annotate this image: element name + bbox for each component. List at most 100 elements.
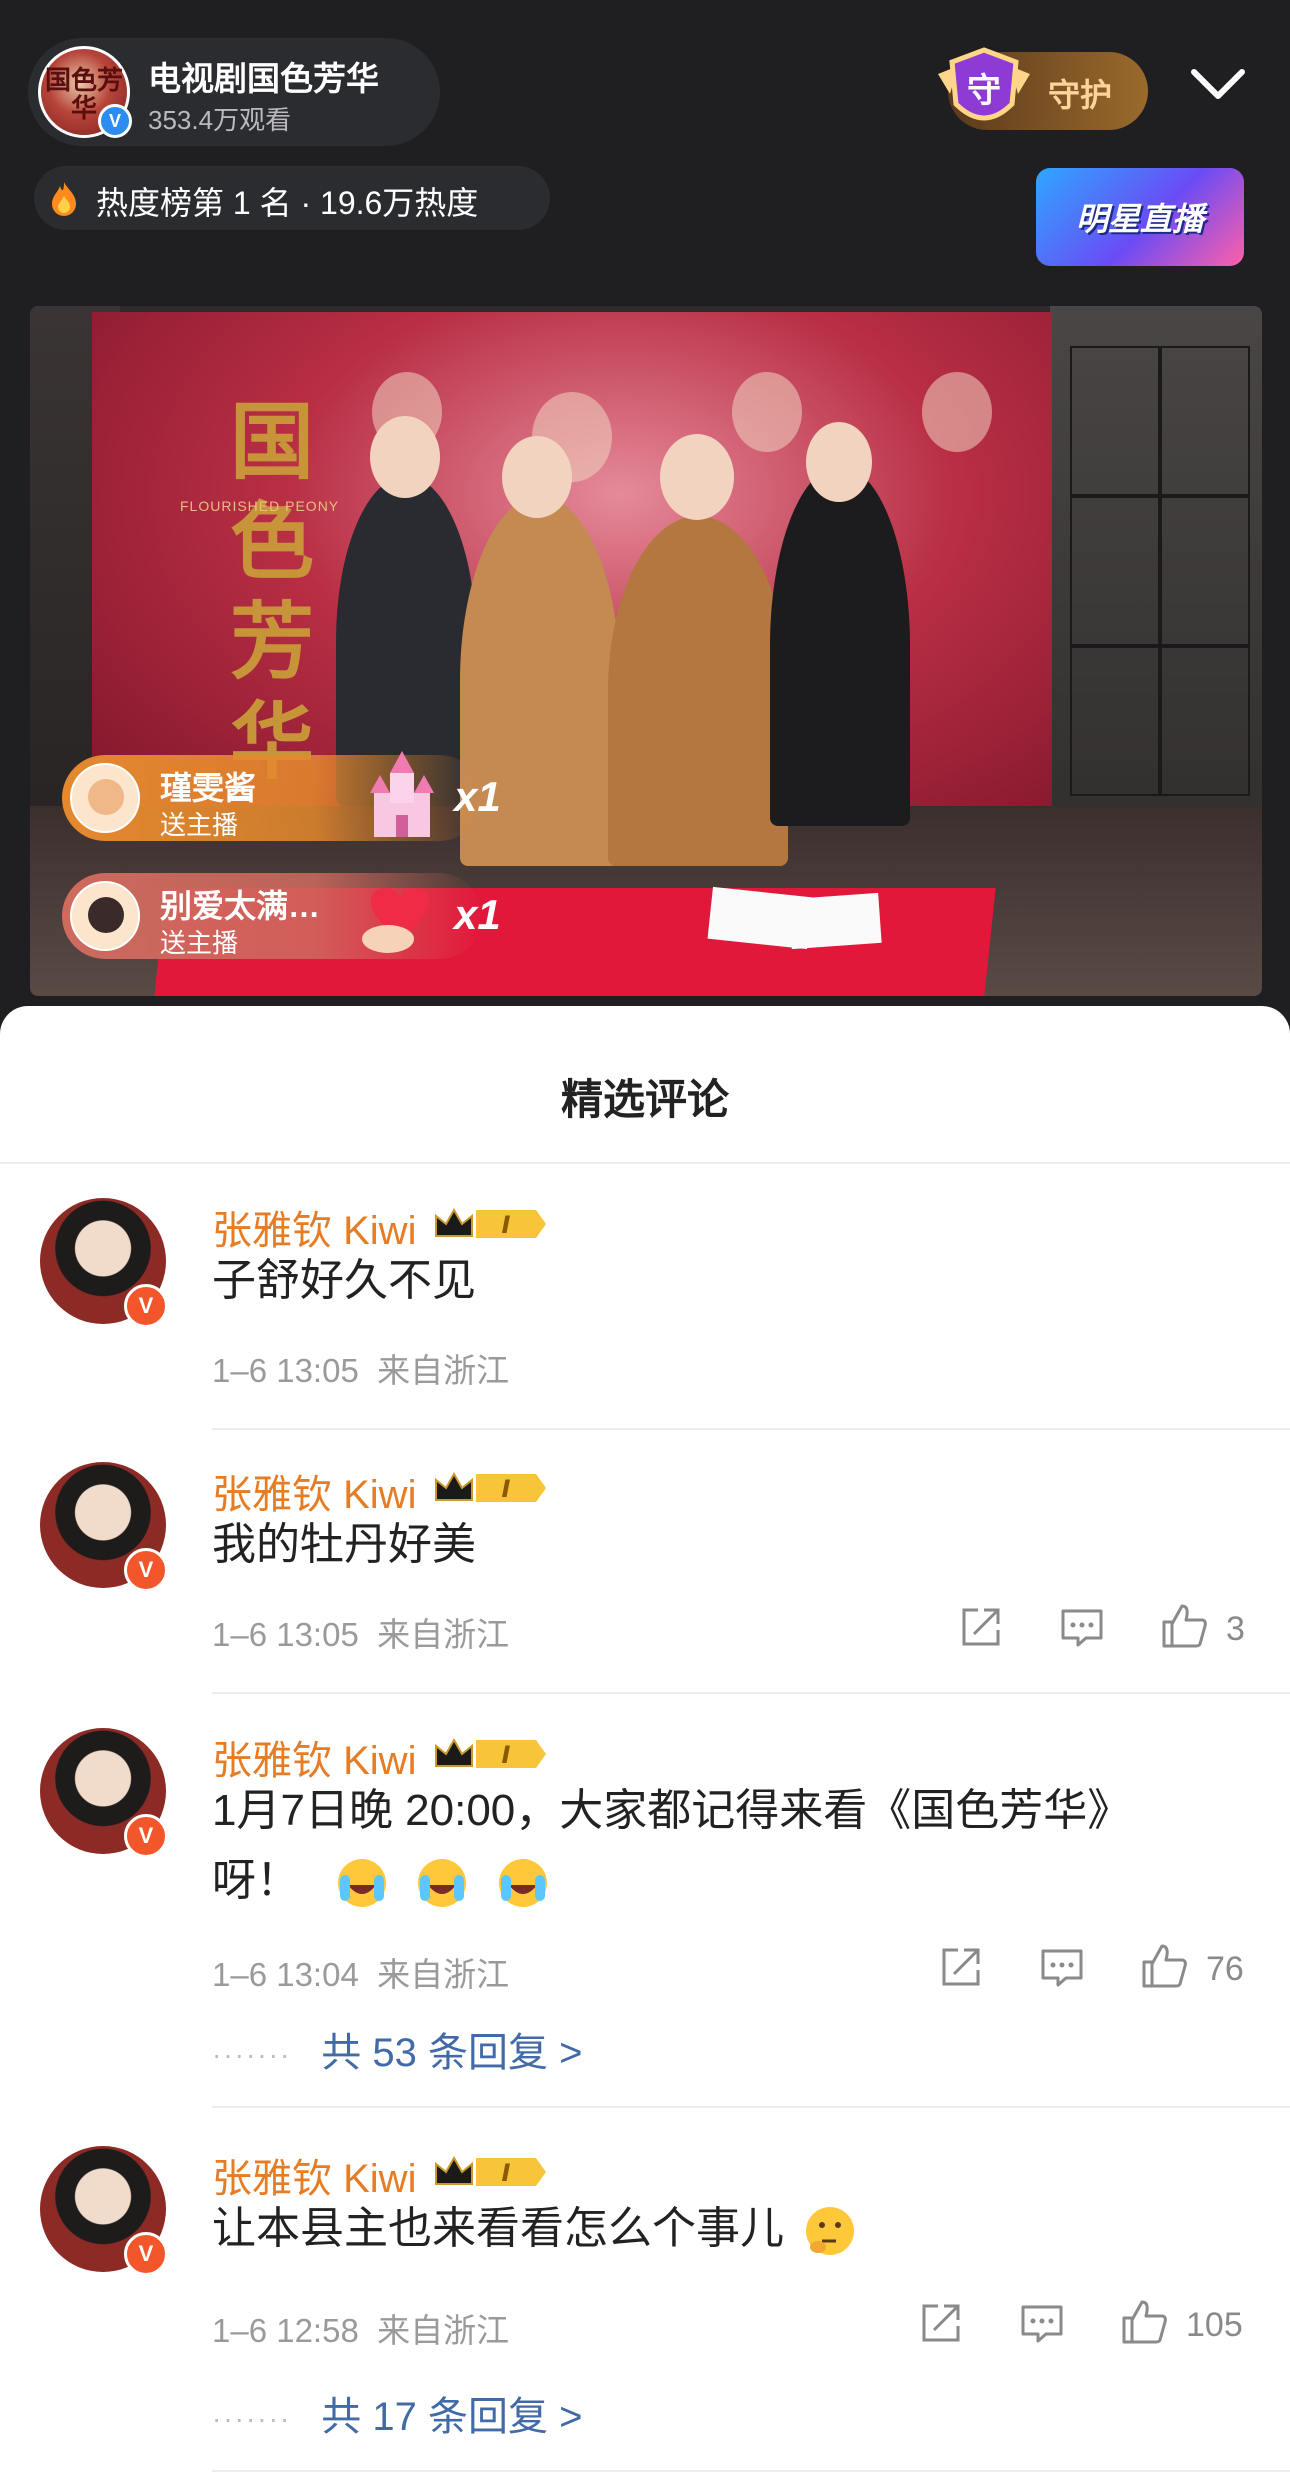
verified-badge-icon: V [124, 1548, 168, 1592]
replies-label: 共 17 条回复 > [321, 2395, 583, 2439]
comment-time: 1–6 13:05 [212, 1352, 359, 1389]
star-live-banner[interactable]: 明星直播 [1036, 168, 1244, 266]
comment-meta: 1–6 13:04 来自浙江 [212, 1948, 509, 1996]
verified-badge-icon: V [124, 1284, 168, 1328]
like-count: 76 [1206, 1950, 1244, 1988]
like-icon[interactable] [1140, 1942, 1188, 1990]
comment-text: 1月7日晚 20:00，大家都记得来看《国色芳华》 呀！ [212, 1776, 1131, 1916]
comment-item[interactable]: V 张雅钦 Kiwi I 1月7日晚 20:00，大家都记得来看《国色芳华》 呀… [0, 1718, 1290, 2098]
replies-label: 共 53 条回复 > [321, 2031, 583, 2075]
like-count: 3 [1226, 1610, 1245, 1648]
comment-text: 让本县主也来看看怎么个事儿 [212, 2194, 858, 2264]
poster-figure [732, 372, 802, 452]
share-icon[interactable] [920, 2302, 962, 2344]
poster-subtitle: FLOURISHED PEONY [180, 498, 340, 514]
gifter-avatar[interactable] [70, 763, 140, 833]
verified-badge-icon: V [124, 2232, 168, 2276]
panel-title: 精选评论 [560, 1076, 729, 1123]
guest-person [770, 466, 910, 826]
gifter-name: 别爱太满… [160, 888, 321, 924]
like-icon[interactable] [1160, 1602, 1208, 1650]
comment-icon[interactable] [1060, 1608, 1104, 1648]
comment-location: 来自浙江 [377, 1616, 510, 1653]
chevron-down-icon[interactable] [1190, 64, 1246, 104]
wall-tile [1070, 496, 1160, 646]
poster-title: 国色芳华 [229, 392, 314, 791]
guard-shield-char: 守 [967, 71, 1001, 111]
wall-tile [1070, 346, 1160, 496]
like-count: 105 [1186, 2306, 1243, 2344]
comment-item[interactable]: V 张雅钦 Kiwi I 让本县主也来看看怎么个事儿 1–6 12:58 来自浙… [0, 2136, 1290, 2466]
gifter-avatar[interactable] [70, 881, 140, 951]
view-replies-link[interactable]: ······· 共 53 条回复 > [212, 2020, 582, 2078]
comment-text-line2: 呀！ [212, 1856, 300, 1905]
divider [212, 1692, 1290, 1694]
comment-text-body: 让本县主也来看看怎么个事儿 [212, 2204, 784, 2253]
wall-tile [1160, 346, 1250, 496]
channel-info[interactable]: 国色芳华 V 电视剧国色芳华 353.4万观看 [28, 38, 440, 146]
comment-meta: 1–6 13:05 来自浙江 [212, 1344, 509, 1392]
level-text: I [502, 2159, 511, 2187]
like-icon[interactable] [1120, 2298, 1168, 2346]
castle-icon [370, 751, 434, 837]
heat-rank-badge[interactable]: 热度榜第 1 名 · 19.6万热度 [34, 166, 550, 230]
comment-time: 1–6 13:05 [212, 1616, 359, 1653]
comment-icon[interactable] [1020, 2304, 1064, 2344]
fire-icon [52, 182, 76, 216]
comment-meta: 1–6 13:05 来自浙江 [212, 1608, 509, 1656]
guest-person [608, 516, 788, 866]
guard-label: 守护 [1048, 77, 1113, 113]
guest-head [502, 436, 572, 518]
comments-panel: 精选评论 V 张雅钦 Kiwi I 子舒好久不见 1–6 13:05 来自浙江 … [0, 1006, 1290, 2492]
laugh-cry-emoji-icon [498, 1859, 547, 1908]
share-icon[interactable] [960, 1606, 1002, 1648]
gifter-name: 瑾雯酱 [160, 770, 257, 806]
verified-badge-icon: V [124, 1814, 168, 1858]
divider [212, 2106, 1290, 2108]
comment-time: 1–6 12:58 [212, 2312, 359, 2349]
divider [0, 1162, 1290, 1164]
heart-hand-icon [362, 887, 430, 953]
thinking-emoji-icon [806, 2207, 855, 2256]
laugh-cry-emoji-icon [338, 1859, 387, 1908]
gift-action: 送主播 [160, 928, 239, 958]
reply-dots: ······· [212, 2039, 292, 2071]
verified-badge-icon: V [98, 104, 132, 138]
wall-tile [1160, 646, 1250, 796]
comment-item[interactable]: V 张雅钦 Kiwi I 子舒好久不见 1–6 13:05 来自浙江 [0, 1188, 1290, 1428]
laugh-cry-emoji-icon [418, 1859, 467, 1908]
level-text: I [502, 1211, 511, 1239]
heat-rank-text: 热度榜第 1 名 · 19.6万热度 [96, 185, 479, 221]
crown-level-icon: I [435, 1207, 546, 1239]
gift-notification[interactable]: 瑾雯酱 送主播 x1 [62, 751, 501, 841]
gift-count: x1 [454, 891, 501, 938]
view-count: 353.4万观看 [148, 105, 292, 135]
comment-location: 来自浙江 [377, 1352, 510, 1389]
view-replies-link[interactable]: ······· 共 17 条回复 > [212, 2384, 582, 2442]
crown-level-icon: I [435, 1737, 546, 1769]
guest-head [806, 422, 872, 502]
comment-text: 我的牡丹好美 [212, 1520, 476, 1569]
star-live-label: 明星直播 [1075, 201, 1204, 237]
comment-text-line: 1月7日晚 20:00，大家都记得来看《国色芳华》 [212, 1786, 1132, 1835]
level-text: I [502, 1741, 511, 1769]
comment-meta: 1–6 12:58 来自浙江 [212, 2304, 509, 2352]
level-text: I [502, 1475, 511, 1503]
divider [212, 2470, 1290, 2472]
reply-dots: ······· [212, 2403, 292, 2435]
gift-notification[interactable]: 别爱太满… 送主播 x1 [62, 873, 501, 959]
script-paper [788, 892, 882, 950]
comment-item[interactable]: V 张雅钦 Kiwi I 我的牡丹好美 1–6 13:05 来自浙江 3 [0, 1452, 1290, 1692]
crown-level-icon: I [435, 1471, 546, 1503]
wall-tile [1160, 496, 1250, 646]
comment-text-line: 呀！ [212, 1846, 1131, 1916]
divider [212, 1428, 1290, 1430]
comment-icon[interactable] [1040, 1948, 1084, 1988]
crown-level-icon: I [435, 2155, 546, 2187]
share-icon[interactable] [940, 1946, 982, 1988]
guest-head [660, 434, 734, 520]
guard-button[interactable]: 守 守护 [938, 47, 1148, 130]
channel-name: 电视剧国色芳华 [148, 60, 379, 97]
wall-tile [1070, 646, 1160, 796]
comment-text: 子舒好久不见 [212, 1256, 476, 1305]
